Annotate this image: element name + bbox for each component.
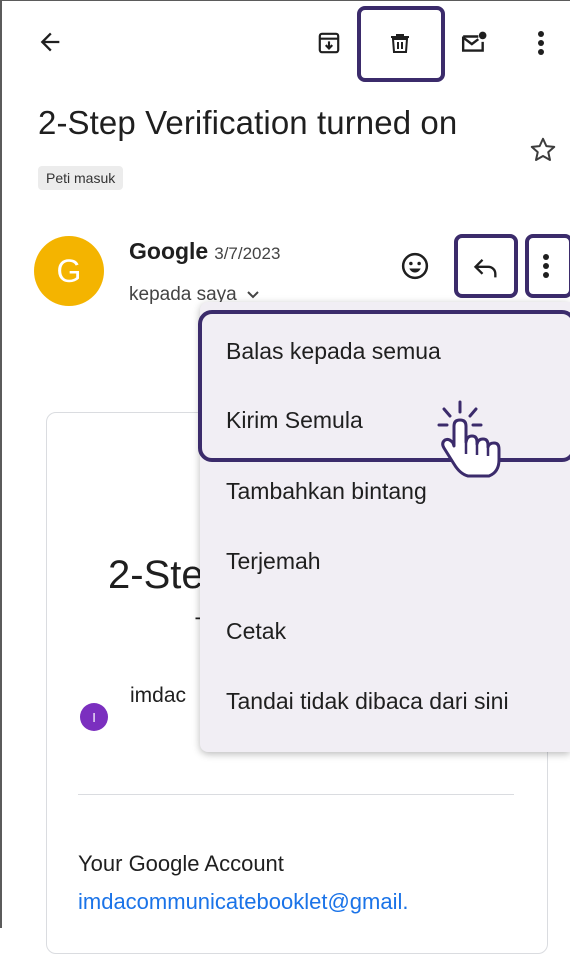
- email-date: 3/7/2023: [214, 244, 281, 263]
- menu-item-translate[interactable]: Terjemah: [226, 548, 321, 575]
- back-arrow-icon[interactable]: [34, 26, 66, 58]
- tap-hand-icon: [430, 398, 510, 485]
- sender-avatar: G: [34, 236, 104, 306]
- menu-item-add-star[interactable]: Tambahkan bintang: [226, 478, 427, 505]
- frame-left-edge: [0, 0, 2, 928]
- menu-item-print[interactable]: Cetak: [226, 618, 286, 645]
- reply-icon[interactable]: [466, 251, 506, 285]
- body-divider: [78, 794, 514, 795]
- menu-item-reply-all[interactable]: Balas kepada semua: [226, 338, 441, 365]
- menu-item-mark-unread[interactable]: Tandai tidak dibaca dari sini: [226, 688, 509, 715]
- account-link[interactable]: imdacommunicatebooklet@gmail.: [78, 889, 408, 915]
- sender-name-row: Google 3/7/2023: [129, 238, 280, 265]
- more-vert-icon[interactable]: [526, 26, 556, 60]
- email-subject: 2-Step Verification turned on: [38, 104, 458, 141]
- sender-name: Google: [129, 238, 209, 264]
- delete-icon[interactable]: [383, 26, 417, 60]
- inbox-label-chip[interactable]: Peti masuk: [38, 166, 124, 190]
- star-icon[interactable]: [528, 135, 558, 170]
- menu-item-forward[interactable]: Kirim Semula: [226, 407, 363, 434]
- archive-icon[interactable]: [312, 26, 346, 60]
- account-avatar: I: [80, 703, 108, 731]
- mark-unread-icon[interactable]: [456, 26, 492, 60]
- frame-top-edge: [0, 0, 570, 1]
- your-account-text: Your Google Account: [78, 851, 284, 876]
- emoji-reaction-icon[interactable]: [398, 249, 432, 283]
- account-email: imdac: [130, 684, 187, 707]
- message-more-icon[interactable]: [533, 249, 559, 283]
- body-title: 2-Ste: [108, 553, 204, 597]
- message-overflow-menu: Balas kepada semua Kirim Semula Tambahka…: [200, 302, 570, 752]
